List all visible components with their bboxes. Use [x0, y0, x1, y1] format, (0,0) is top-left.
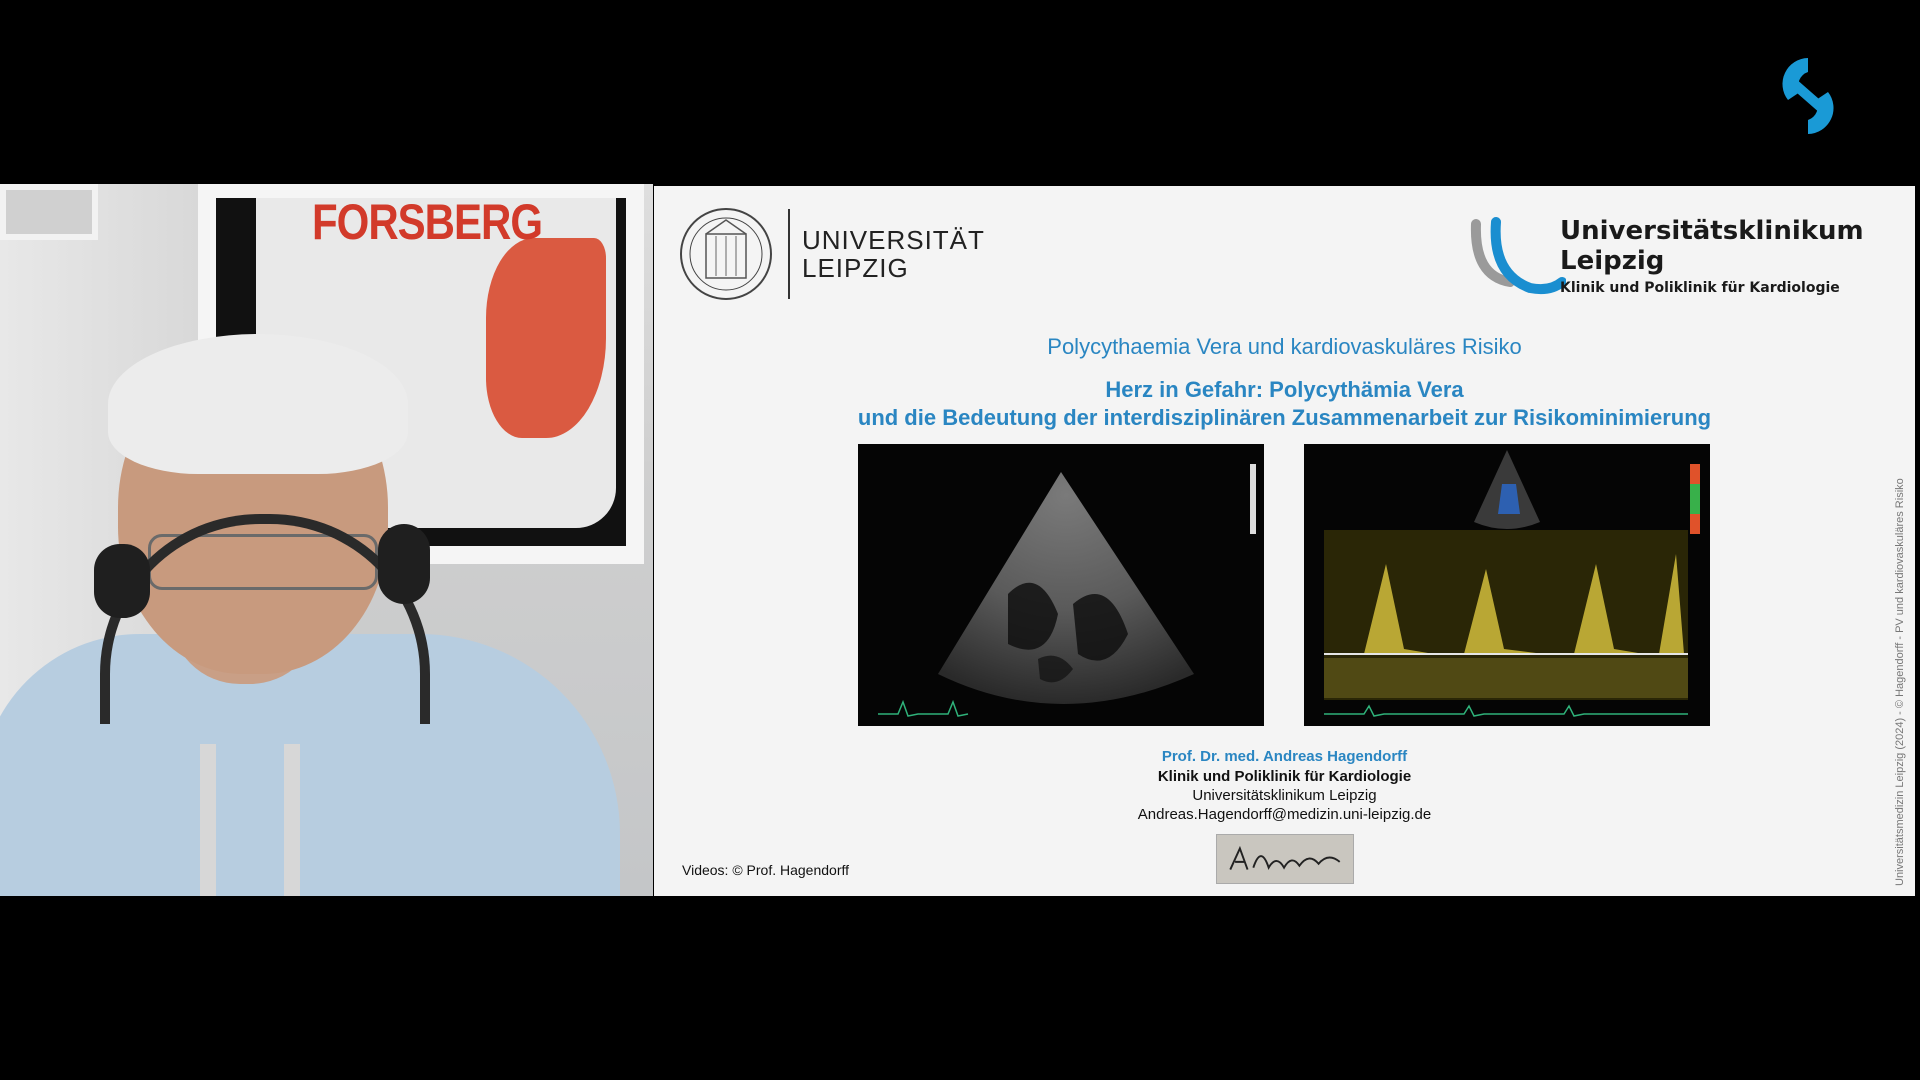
clinic-title-line1: Universitätsklinikum [1560, 216, 1864, 246]
echo-video-2d[interactable] [858, 444, 1264, 726]
video-credit: Videos: © Prof. Hagendorff [682, 862, 850, 878]
university-line2: LEIPZIG [802, 253, 909, 283]
university-name: UNIVERSITÄT LEIPZIG [802, 226, 985, 282]
webcam-video: FORSBERG [0, 184, 653, 896]
headset-earcup-right [378, 524, 430, 604]
presentation-slide: UNIVERSITÄT LEIPZIG Universitätsklinikum… [654, 186, 1915, 896]
author-name: Prof. Dr. med. Andreas Hagendorff [1161, 748, 1408, 765]
ultrasound-sector-icon [878, 464, 1256, 717]
clinic-title: Universitätsklinikum Leipzig [1560, 216, 1864, 276]
author-email: Andreas.Hagendorff@medizin.uni-leipzig.d… [1137, 806, 1432, 823]
university-seal-icon [680, 208, 772, 300]
ukl-logo-icon [1470, 217, 1566, 295]
side-copyright-note: Universitätsmedizin Leipzig (2024) - © H… [1894, 478, 1906, 886]
brand-logo-icon [1782, 58, 1834, 134]
echo-video-doppler[interactable] [1304, 444, 1710, 726]
headset-earcup-left [94, 544, 150, 618]
lanyard [200, 744, 300, 896]
universitaetsklinikum-logo: Universitätsklinikum Leipzig Klinik und … [1470, 216, 1864, 296]
slide-topic: Polycythaemia Vera und kardiovaskuläres … [1047, 334, 1522, 359]
presenter-hair [108, 334, 408, 474]
clinic-title-line2: Leipzig [1560, 246, 1665, 276]
author-institution: Universitätsklinikum Leipzig [1192, 787, 1377, 804]
university-leipzig-logo: UNIVERSITÄT LEIPZIG [678, 206, 985, 302]
author-department: Klinik und Poliklinik für Kardiologie [1157, 768, 1412, 785]
wall-picture-frame [0, 184, 98, 240]
doppler-spectrum-icon [1324, 450, 1700, 717]
slide-title: Herz in Gefahr: Polycythämia Vera und di… [654, 376, 1915, 432]
slide-title-line2: und die Bedeutung der interdisziplinären… [857, 405, 1712, 430]
slide-title-line1: Herz in Gefahr: Polycythämia Vera [1105, 377, 1464, 402]
logo-divider [788, 209, 790, 299]
university-line1: UNIVERSITÄT [802, 225, 985, 255]
clinic-subtitle: Klinik und Poliklinik für Kardiologie [1560, 280, 1840, 296]
jersey-text: FORSBERG [312, 198, 543, 250]
signature-image [1216, 834, 1354, 884]
